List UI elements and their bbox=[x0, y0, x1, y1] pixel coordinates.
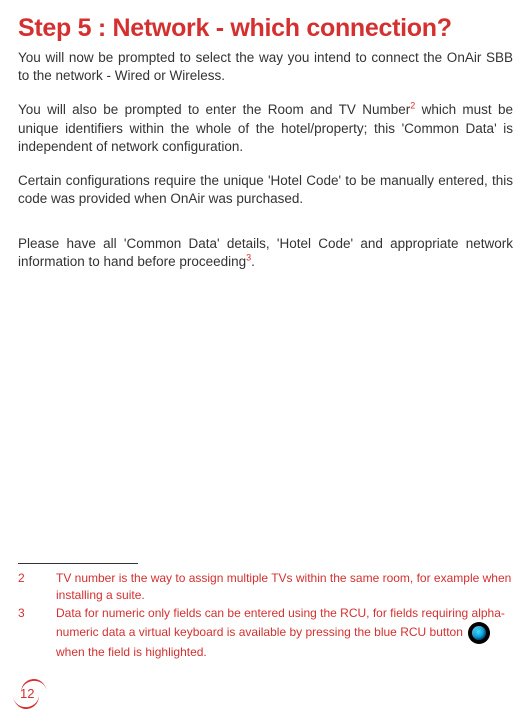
footnote-3-text: Data for numeric only fields can be ente… bbox=[56, 605, 513, 661]
page-number: 12 bbox=[20, 686, 34, 701]
paragraph-4-part-a: Please have all 'Common Data' details, '… bbox=[18, 236, 513, 269]
paragraph-1: You will now be prompted to select the w… bbox=[18, 49, 513, 85]
paragraph-2: You will also be prompted to enter the R… bbox=[18, 101, 513, 156]
paragraph-2-part-a: You will also be prompted to enter the R… bbox=[18, 102, 410, 117]
footnote-2: 2 TV number is the way to assign multipl… bbox=[18, 570, 513, 604]
footnote-2-text: TV number is the way to assign multiple … bbox=[56, 570, 513, 604]
footnote-3-text-b: when the field is highlighted. bbox=[56, 645, 207, 659]
rcu-blue-button-icon bbox=[468, 622, 490, 644]
paragraph-4-part-b: . bbox=[251, 254, 255, 269]
footnote-3: 3 Data for numeric only fields can be en… bbox=[18, 605, 513, 661]
footnote-3-number: 3 bbox=[18, 605, 56, 661]
footnote-3-text-a: Data for numeric only fields can be ente… bbox=[56, 606, 505, 639]
paragraph-3: Certain configurations require the uniqu… bbox=[18, 172, 513, 208]
footnotes-section: 2 TV number is the way to assign multipl… bbox=[18, 563, 513, 663]
page-number-badge: 12 bbox=[12, 679, 48, 709]
step-heading: Step 5 : Network - which connection? bbox=[18, 14, 513, 43]
paragraph-4: Please have all 'Common Data' details, '… bbox=[18, 235, 513, 271]
document-page: Step 5 : Network - which connection? You… bbox=[0, 0, 531, 721]
footnote-rule bbox=[18, 563, 138, 564]
footnote-2-number: 2 bbox=[18, 570, 56, 604]
